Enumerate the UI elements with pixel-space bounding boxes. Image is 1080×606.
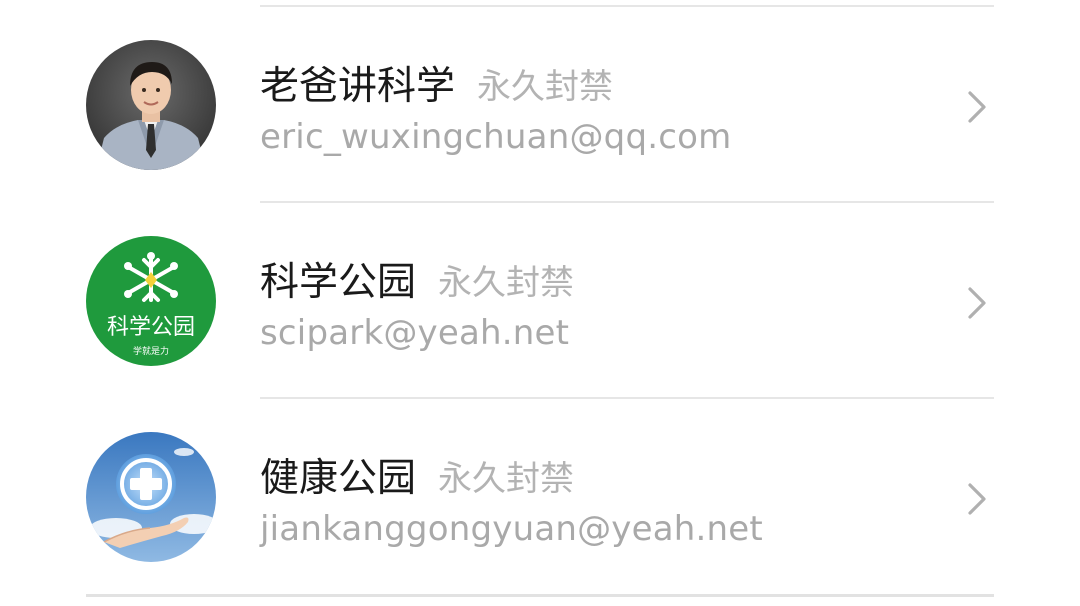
name-line: 健康公园 永久封禁	[260, 447, 574, 501]
avatar-logo-subtext: 学就是力	[133, 345, 169, 357]
divider-bottom	[86, 594, 994, 597]
contact-row-kexuegongyuan[interactable]: 科学公园 学就是力 科学公园 永久封禁 scipark@yeah.net	[0, 203, 1080, 399]
chevron-right-icon	[968, 483, 986, 515]
contact-email: scipark@yeah.net	[260, 313, 570, 353]
science-park-logo-icon: 科学公园 学就是力	[86, 236, 216, 366]
avatar-logo-text: 科学公园	[107, 315, 195, 340]
contact-name: 老爸讲科学	[260, 64, 456, 109]
chevron-right-icon	[968, 287, 986, 319]
avatar: 科学公园 学就是力	[86, 236, 216, 366]
contact-email: jiankanggongyuan@yeah.net	[260, 509, 763, 549]
status-badge: 永久封禁	[477, 66, 614, 107]
status-badge: 永久封禁	[438, 458, 575, 499]
avatar	[86, 40, 216, 170]
contact-name: 科学公园	[260, 260, 417, 305]
contact-list-screen: 老爸讲科学 永久封禁 eric_wuxingchuan@qq.com 科学公园 …	[0, 0, 1080, 606]
contact-name: 健康公园	[260, 456, 417, 501]
contact-email: eric_wuxingchuan@qq.com	[260, 117, 732, 157]
status-badge: 永久封禁	[438, 262, 575, 303]
avatar	[86, 432, 216, 562]
contact-row-jiankanggongyuan[interactable]: 健康公园 永久封禁 jiankanggongyuan@yeah.net	[0, 399, 1080, 595]
name-line: 老爸讲科学 永久封禁	[260, 55, 613, 109]
man-in-suit-avatar-icon	[86, 40, 216, 170]
name-line: 科学公园 永久封禁	[260, 251, 574, 305]
health-cross-hand-logo-icon	[86, 432, 216, 562]
chevron-right-icon	[968, 91, 986, 123]
contact-row-laoba[interactable]: 老爸讲科学 永久封禁 eric_wuxingchuan@qq.com	[0, 7, 1080, 203]
